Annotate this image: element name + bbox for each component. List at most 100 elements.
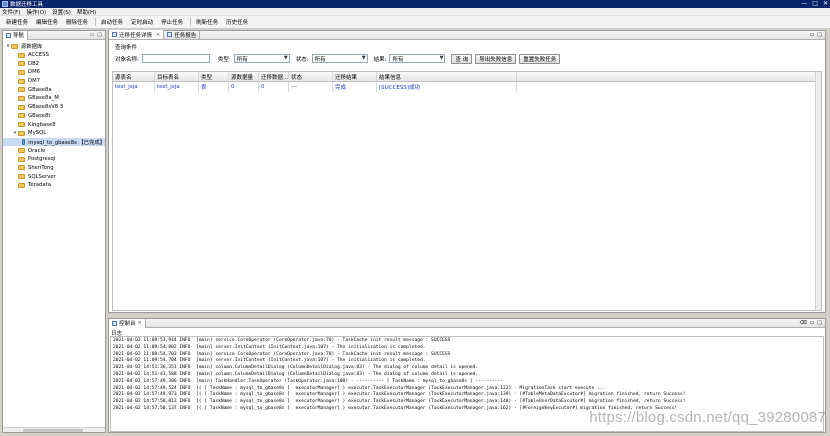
folder-icon	[18, 95, 25, 101]
column-header[interactable]: 状态	[289, 72, 333, 81]
tree-item[interactable]: GBase8a	[3, 85, 105, 94]
tree-item[interactable]: GBase8sV8.3	[3, 103, 105, 112]
reset-failed-tasks-button[interactable]: 重置失败任务	[519, 53, 561, 64]
menu-help[interactable]: 帮助(H)	[77, 8, 96, 16]
column-header[interactable]: 迁移数据...	[259, 72, 289, 81]
folder-icon	[18, 182, 25, 188]
tree-item[interactable]: GBase8t	[3, 112, 105, 121]
maximize-panel-icon[interactable]: □	[97, 32, 102, 38]
close-button[interactable]: ✕	[823, 0, 828, 8]
title-bar: 数据迁移工具 — □ ✕	[0, 0, 830, 8]
database-icon	[21, 138, 26, 145]
minimize-panel-icon[interactable]: ▭	[810, 320, 815, 326]
scrollbar-thumb[interactable]	[23, 429, 83, 432]
column-header[interactable]: 源数据量	[229, 72, 259, 81]
tree-item[interactable]: SQLServer	[3, 172, 105, 181]
column-header[interactable]: 类型	[199, 72, 229, 81]
chevron-down-icon: ▼	[283, 55, 288, 61]
history-task-button[interactable]: 历史任务	[223, 16, 251, 28]
maximize-panel-icon[interactable]: □	[817, 32, 822, 38]
refresh-task-button[interactable]: 刷新任务	[193, 16, 221, 28]
panel-controls: ⌫ ▭ □	[799, 320, 825, 326]
menu-settings[interactable]: 设置(S)	[52, 8, 71, 16]
tree-item[interactable]: ACCESS	[3, 51, 105, 60]
column-header[interactable]: 源表名	[113, 72, 155, 81]
vertical-scrollbar[interactable]	[815, 72, 821, 310]
table-cell: test_jsja	[155, 82, 199, 92]
clear-console-icon[interactable]: ⌫	[799, 320, 806, 326]
tab-migration-detail[interactable]: 迁移任务详情 ✕	[109, 30, 165, 39]
tree-item-label: DM7	[28, 78, 41, 85]
delete-task-button[interactable]: 删除任务	[63, 16, 91, 28]
type-label: 类型:	[217, 56, 231, 63]
folder-icon	[18, 52, 25, 58]
close-tab-icon[interactable]: ✕	[138, 320, 142, 326]
status-label: 状态:	[295, 56, 309, 63]
tree-item-label: GBase8sV8.3	[28, 104, 64, 111]
folder-icon	[18, 130, 25, 136]
stop-task-button[interactable]: 停止任务	[158, 16, 186, 28]
maximize-button[interactable]: □	[812, 0, 818, 8]
toolbar: 新建任务 编辑任务 删除任务 启动任务 定时启动 停止任务 刷新任务 历史任务	[0, 16, 830, 29]
table-cell: [SUCCESS]成功	[377, 82, 517, 92]
column-header[interactable]	[517, 72, 821, 81]
watermark: https://blog.csdn.net/qq_39280087	[589, 409, 826, 426]
tree-item[interactable]: GBase8a_M	[3, 94, 105, 103]
result-select-value: 所有	[392, 56, 404, 63]
tree-item[interactable]: Teradata	[3, 181, 105, 190]
column-header[interactable]: 迁移结果	[333, 72, 377, 81]
scheduled-start-button[interactable]: 定时启动	[128, 16, 156, 28]
menu-operation[interactable]: 操作(O)	[26, 8, 46, 16]
tree-item[interactable]: ShenTong	[3, 164, 105, 173]
tree-item[interactable]: ▾ 源数据库	[3, 42, 105, 51]
tree-item-label: GBase8a	[28, 86, 52, 93]
tree-item[interactable]: Kingbase8	[3, 120, 105, 129]
tab-navigation[interactable]: 导航	[3, 30, 29, 40]
start-task-button[interactable]: 启动任务	[98, 16, 126, 28]
minimize-panel-icon[interactable]: ▭	[90, 32, 95, 38]
tree-item[interactable]: DM7	[3, 77, 105, 86]
tree-item[interactable]: DB2	[3, 59, 105, 68]
table-cell: 0	[229, 82, 259, 92]
query-button[interactable]: 查 询	[451, 53, 473, 64]
folder-icon	[11, 43, 18, 49]
menu-bar: 文件(F) 操作(O) 设置(S) 帮助(H)	[0, 8, 830, 16]
folder-icon	[18, 148, 25, 154]
tree-item-label: SQLServer	[28, 173, 56, 180]
minimize-button[interactable]: —	[801, 0, 807, 8]
export-failures-button[interactable]: 导出失败信息	[475, 53, 517, 64]
log-line: 2021-04-02 11:09:53,944 INFO [main] serv…	[113, 338, 451, 343]
tab-console[interactable]: 控制台 ✕	[109, 318, 146, 328]
tree-item[interactable]: Oracle	[3, 146, 105, 155]
navigation-header: 导航 ▭ □	[3, 30, 105, 40]
tree-item[interactable]: Postgresql	[3, 155, 105, 164]
result-select[interactable]: 所有 ▼	[389, 54, 446, 63]
new-task-button[interactable]: 新建任务	[3, 16, 31, 28]
column-header[interactable]: 目标表名	[155, 72, 199, 81]
panel-controls: ▭ □	[810, 32, 825, 38]
folder-icon	[18, 156, 25, 162]
tree-item[interactable]: mysql_to_gbase8s 【已完成】	[3, 137, 105, 147]
column-header[interactable]: 结果信息	[377, 72, 517, 81]
folder-icon	[18, 122, 25, 128]
table-row[interactable]: test_jsja test_jsja 表 0 0 --- 完成 [SUCCESS]成功	[113, 82, 821, 92]
edit-task-button[interactable]: 编辑任务	[33, 16, 61, 28]
status-select[interactable]: 所有 ▼	[311, 54, 368, 63]
horizontal-scrollbar[interactable]	[3, 427, 105, 432]
table-cell: 完成	[333, 82, 377, 92]
minimize-panel-icon[interactable]: ▭	[810, 32, 815, 38]
maximize-panel-icon[interactable]: □	[817, 320, 822, 326]
tree-item[interactable]: ▾ MySQL	[3, 129, 105, 138]
tree-item[interactable]: DM6	[3, 68, 105, 77]
menu-file[interactable]: 文件(F)	[2, 8, 20, 16]
close-tab-icon[interactable]: ✕	[156, 32, 160, 38]
status-select-value: 所有	[314, 56, 326, 63]
folder-icon	[18, 104, 25, 110]
tab-label: 任务报告	[174, 32, 197, 39]
app-icon	[2, 1, 8, 7]
type-select[interactable]: 所有 ▼	[233, 54, 290, 63]
tab-task-report[interactable]: 任务报告	[164, 30, 201, 39]
folder-icon	[18, 113, 25, 119]
object-name-input[interactable]	[141, 54, 210, 63]
tab-label: 迁移任务详情	[119, 32, 153, 39]
